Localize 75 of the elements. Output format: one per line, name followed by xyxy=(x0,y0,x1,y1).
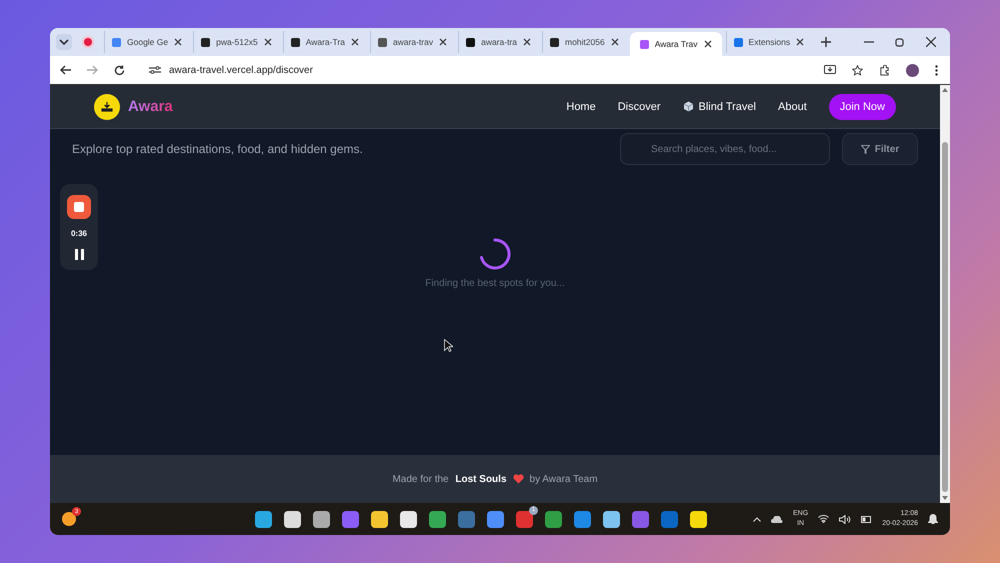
footer-text: Made for the Lost Souls xyxy=(392,474,507,484)
browser-tab[interactable]: Awara Trav xyxy=(630,32,722,56)
loading-spinner xyxy=(478,237,512,271)
close-tab-icon[interactable] xyxy=(350,38,359,46)
close-tab-icon[interactable] xyxy=(610,38,619,46)
record-icon[interactable] xyxy=(84,38,92,46)
cloud-icon[interactable] xyxy=(771,516,784,522)
taskbar-app-icon[interactable] xyxy=(313,510,330,528)
loading-message: Finding the best spots for you... xyxy=(425,278,565,289)
wifi-icon[interactable] xyxy=(818,515,830,523)
new-tab-icon[interactable] xyxy=(821,37,832,47)
favicon-icon xyxy=(550,38,559,46)
page-subtitle: Explore top rated destinations, food, and hidden gems. xyxy=(72,142,363,156)
back-icon[interactable] xyxy=(60,65,71,75)
scrollbar[interactable] xyxy=(940,85,950,503)
browser-tab[interactable]: mohit2056 xyxy=(542,31,626,53)
favicon-icon xyxy=(201,38,210,46)
dice-icon xyxy=(682,101,694,112)
profile-avatar[interactable] xyxy=(906,64,919,76)
taskbar-app-icon[interactable] xyxy=(400,510,417,528)
mouse-cursor-icon xyxy=(444,339,453,352)
nav-link[interactable]: Home xyxy=(566,100,596,112)
close-tab-icon[interactable] xyxy=(264,38,272,46)
scroll-up-icon[interactable] xyxy=(942,88,948,92)
taskbar-app-icon[interactable] xyxy=(516,510,533,528)
taskbar-app-icon[interactable] xyxy=(255,510,272,528)
reload-icon[interactable] xyxy=(114,64,125,76)
app-icon[interactable] xyxy=(62,512,76,526)
favicon-icon xyxy=(378,38,387,46)
pause-icon[interactable] xyxy=(74,248,84,260)
browser-tab[interactable]: awara-tra xyxy=(458,31,538,53)
heart-icon xyxy=(512,474,524,484)
extensions-icon[interactable] xyxy=(879,64,890,76)
filter-button[interactable]: Filter xyxy=(842,133,918,165)
battery-icon[interactable] xyxy=(861,515,872,523)
brand-logo-icon xyxy=(94,94,120,120)
browser-tab[interactable]: Extensions xyxy=(726,31,812,53)
volume-icon[interactable] xyxy=(839,514,852,524)
nav-link[interactable]: Blind Travel xyxy=(682,100,756,112)
favicon-icon xyxy=(112,38,121,46)
filter-icon xyxy=(860,144,870,154)
nav-link[interactable]: About xyxy=(778,100,807,112)
browser-tab[interactable]: awara-trav xyxy=(370,31,454,53)
close-tab-icon[interactable] xyxy=(439,38,448,46)
search-field[interactable]: Search places, vibes, food... xyxy=(620,133,830,165)
taskbar-app-icon[interactable] xyxy=(690,510,707,528)
close-tab-icon[interactable] xyxy=(523,38,531,46)
notification-bell-icon[interactable] xyxy=(928,514,938,524)
close-tab-icon[interactable] xyxy=(704,40,712,48)
taskbar-app-icon[interactable] xyxy=(284,510,301,528)
browser-tab[interactable]: Google Ge xyxy=(104,31,190,53)
stop-recording-button[interactable] xyxy=(67,194,91,218)
close-icon[interactable] xyxy=(926,37,936,47)
close-tab-icon[interactable] xyxy=(796,38,804,46)
join-now-button[interactable]: Join Now xyxy=(828,94,896,120)
chevron-up-icon[interactable] xyxy=(753,516,762,522)
browser-tab[interactable]: Awara-Tra xyxy=(282,31,366,53)
recording-timer: 0:36 xyxy=(70,229,87,238)
bookmark-star-icon[interactable] xyxy=(852,64,863,76)
browser-tab[interactable]: pwa-512x5 xyxy=(193,31,279,53)
scroll-down-icon[interactable] xyxy=(942,496,948,500)
taskbar-app-icon[interactable] xyxy=(429,510,446,528)
install-icon[interactable] xyxy=(824,64,836,76)
favicon-icon xyxy=(290,38,300,46)
restore-icon[interactable] xyxy=(895,37,905,47)
favicon-icon xyxy=(466,38,476,46)
menu-icon[interactable] xyxy=(935,64,938,76)
nav-link[interactable]: Discover xyxy=(618,100,661,112)
tab-list-icon[interactable] xyxy=(56,34,72,50)
footer-credit: by Awara Team xyxy=(530,474,598,484)
favicon-icon xyxy=(734,38,743,46)
taskbar-app-icon[interactable] xyxy=(603,510,620,528)
favicon-icon xyxy=(640,40,649,48)
close-tab-icon[interactable] xyxy=(174,38,182,46)
taskbar-app-icon[interactable] xyxy=(371,510,388,528)
